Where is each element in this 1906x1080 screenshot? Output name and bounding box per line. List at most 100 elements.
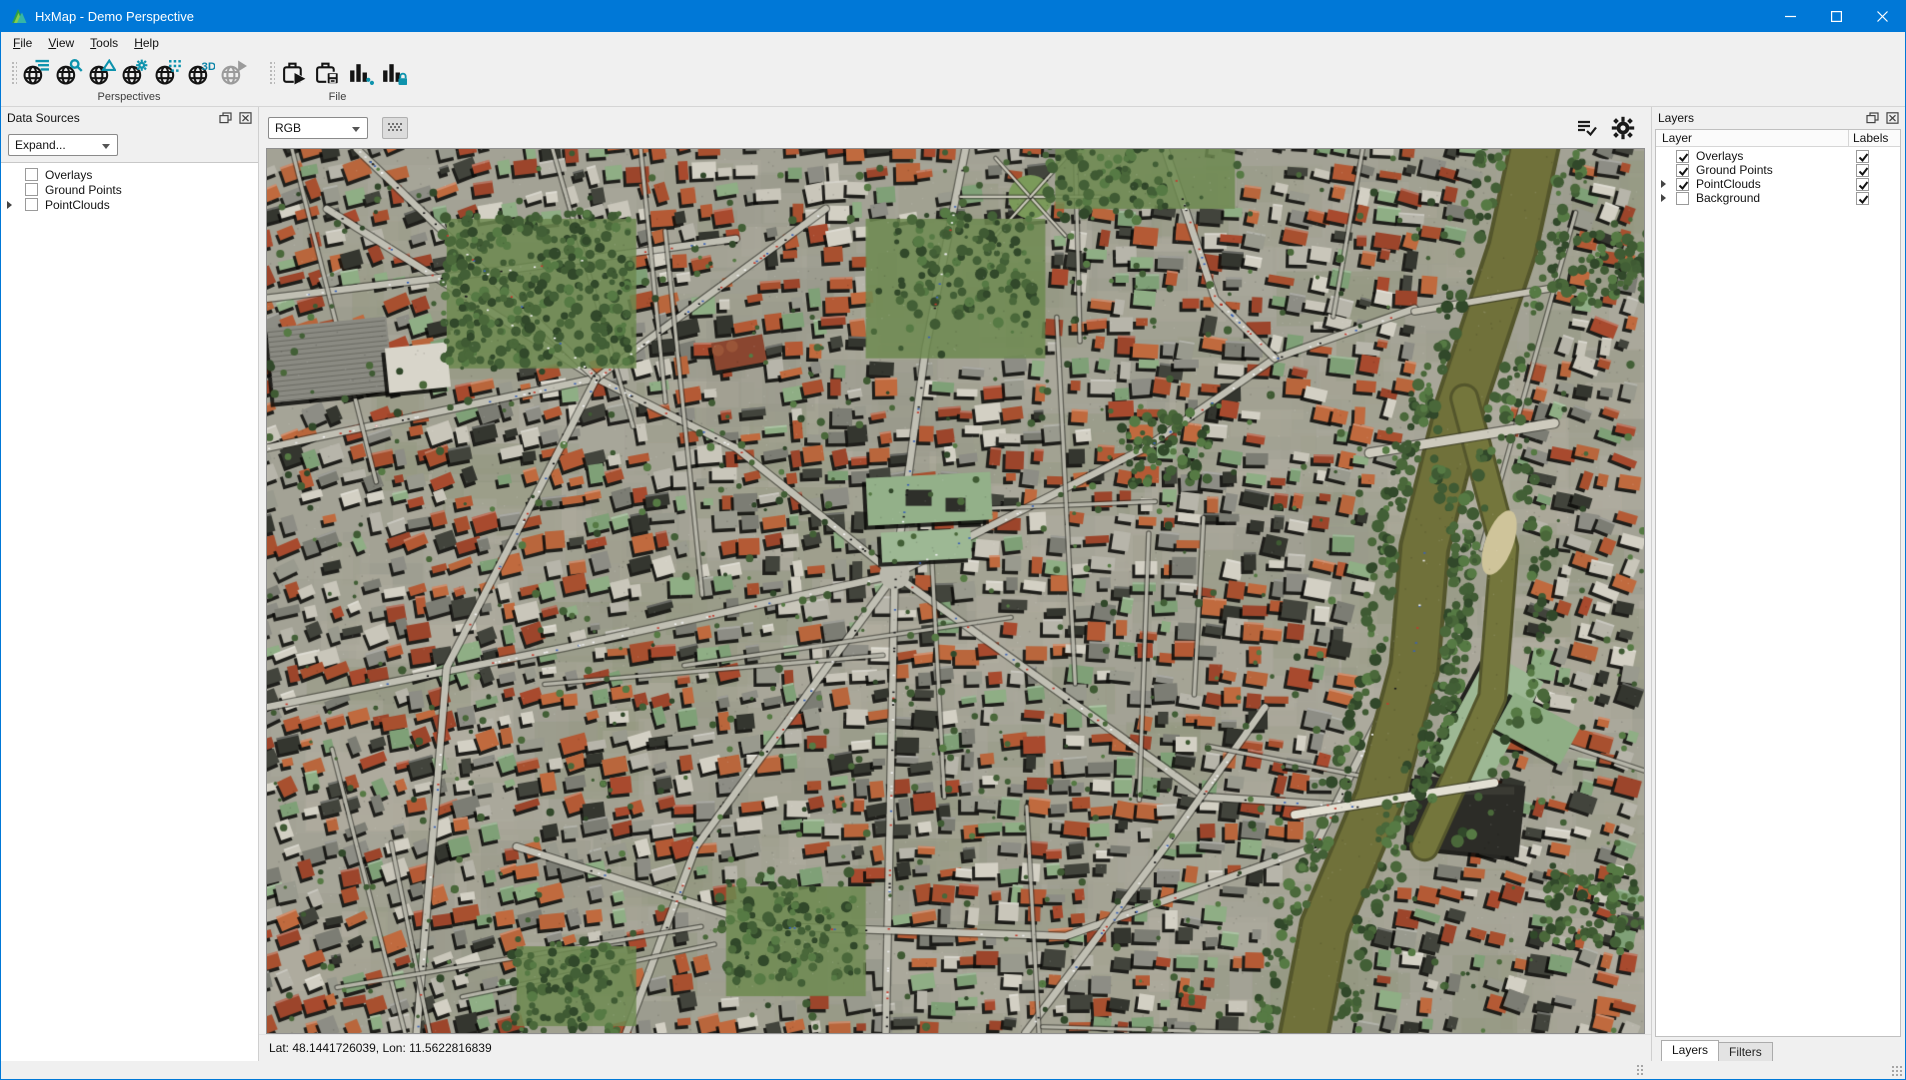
float-panel-button[interactable] bbox=[217, 111, 234, 126]
perspective-3d-button[interactable]: 3D bbox=[185, 57, 218, 89]
layer-row-label: PointClouds bbox=[1689, 177, 1761, 191]
close-panel-button[interactable] bbox=[237, 111, 254, 126]
app-window: HxMap - Demo Perspective File View Tools… bbox=[0, 0, 1906, 1080]
data-sources-panel: Data Sources Expand... Overlays bbox=[1, 107, 259, 1061]
app-logo-icon bbox=[9, 6, 29, 26]
globe-list-icon bbox=[23, 59, 50, 86]
window-title: HxMap - Demo Perspective bbox=[35, 9, 194, 24]
tree-item-label: PointClouds bbox=[38, 198, 110, 212]
project-save-button[interactable] bbox=[311, 57, 344, 89]
layer-row-pointclouds[interactable]: PointClouds bbox=[1656, 177, 1900, 191]
layer-visibility-checkbox[interactable] bbox=[1676, 178, 1689, 191]
layer-visibility-checkbox[interactable] bbox=[1676, 150, 1689, 163]
pointclouds-checkbox[interactable] bbox=[25, 198, 38, 211]
layer-labels-checkbox[interactable] bbox=[1856, 192, 1869, 205]
perspective-measure-button[interactable] bbox=[86, 57, 119, 89]
perspective-grid-button[interactable] bbox=[152, 57, 185, 89]
map-viewport[interactable] bbox=[266, 148, 1645, 1034]
coordinates-readout: Lat: 48.1441726039, Lon: 11.5622816839 bbox=[269, 1041, 492, 1055]
gear-icon bbox=[1611, 116, 1635, 140]
project-save-icon bbox=[314, 59, 341, 86]
globe-grid-icon bbox=[155, 59, 182, 86]
maximize-button[interactable] bbox=[1813, 0, 1859, 32]
splitter-grip[interactable] bbox=[1636, 1064, 1643, 1077]
globe-play-icon bbox=[221, 59, 248, 86]
toolbar-drag-handle[interactable] bbox=[10, 60, 17, 86]
toolbar-group-file: File bbox=[265, 54, 410, 106]
expand-arrow-icon[interactable] bbox=[1, 201, 17, 209]
layer-row-ground-points[interactable]: Ground Points bbox=[1656, 163, 1900, 177]
layers-header: Layers bbox=[1652, 107, 1905, 129]
layer-visibility-checkbox[interactable] bbox=[1676, 192, 1689, 205]
menu-view[interactable]: View bbox=[40, 34, 82, 52]
layers-panel-tabs: Layers Filters bbox=[1652, 1037, 1905, 1061]
ground-points-checkbox[interactable] bbox=[25, 183, 38, 196]
band-combo-value: RGB bbox=[275, 121, 301, 135]
histogram-points-button[interactable] bbox=[344, 57, 377, 89]
menubar: File View Tools Help bbox=[1, 32, 1905, 54]
layer-row-background[interactable]: Background bbox=[1656, 191, 1900, 205]
column-header-layer[interactable]: Layer bbox=[1656, 130, 1848, 146]
close-button[interactable] bbox=[1859, 0, 1905, 32]
perspective-play-button-disabled bbox=[218, 57, 251, 89]
perspective-list-button[interactable] bbox=[20, 57, 53, 89]
perspective-settings-button[interactable] bbox=[119, 57, 152, 89]
svg-text:3D: 3D bbox=[202, 61, 216, 73]
column-header-labels[interactable]: Labels bbox=[1848, 130, 1900, 146]
layer-row-overlays[interactable]: Overlays bbox=[1656, 149, 1900, 163]
toolbar-drag-handle[interactable] bbox=[268, 60, 275, 86]
menu-file[interactable]: File bbox=[5, 34, 40, 52]
overlays-checkbox[interactable] bbox=[25, 168, 38, 181]
project-run-button[interactable] bbox=[278, 57, 311, 89]
globe-search-icon bbox=[56, 59, 83, 86]
data-sources-header: Data Sources bbox=[1, 107, 258, 129]
layer-labels-checkbox[interactable] bbox=[1856, 164, 1869, 177]
menu-tools[interactable]: Tools bbox=[82, 34, 126, 52]
globe-3d-icon: 3D bbox=[188, 59, 215, 86]
list-check-icon bbox=[1576, 118, 1598, 138]
titlebar: HxMap - Demo Perspective bbox=[1, 0, 1905, 32]
layer-labels-checkbox[interactable] bbox=[1856, 178, 1869, 191]
map-toolbar: RGB bbox=[259, 107, 1651, 148]
histogram-locked-button[interactable] bbox=[377, 57, 410, 89]
tree-item-pointclouds[interactable]: PointClouds bbox=[1, 197, 258, 212]
toolbar-group-perspectives: 3D Perspectives bbox=[7, 54, 251, 106]
expand-combo[interactable]: Expand... bbox=[8, 134, 118, 156]
map-canvas[interactable] bbox=[267, 149, 1644, 1033]
tree-item-label: Ground Points bbox=[38, 183, 122, 197]
layer-visibility-checkbox[interactable] bbox=[1676, 164, 1689, 177]
close-panel-button[interactable] bbox=[1884, 111, 1901, 126]
tab-filters[interactable]: Filters bbox=[1718, 1042, 1773, 1061]
float-panel-button[interactable] bbox=[1864, 111, 1881, 126]
minimize-button[interactable] bbox=[1767, 0, 1813, 32]
toolbar-group-label-perspectives: Perspectives bbox=[7, 91, 251, 106]
layer-row-label: Ground Points bbox=[1689, 163, 1773, 177]
map-settings-button[interactable] bbox=[1609, 114, 1637, 142]
tab-layers[interactable]: Layers bbox=[1661, 1040, 1719, 1061]
main-area: Data Sources Expand... Overlays bbox=[1, 107, 1905, 1061]
globe-measure-icon bbox=[89, 59, 116, 86]
texture-pattern-button[interactable] bbox=[382, 117, 408, 139]
expand-arrow-icon[interactable] bbox=[1656, 180, 1670, 188]
data-sources-title: Data Sources bbox=[7, 111, 214, 125]
layer-list-check-button[interactable] bbox=[1573, 114, 1601, 142]
perspective-search-button[interactable] bbox=[53, 57, 86, 89]
layer-labels-checkbox[interactable] bbox=[1856, 150, 1869, 163]
layer-row-label: Background bbox=[1689, 191, 1760, 205]
resize-grip[interactable] bbox=[1891, 1065, 1903, 1077]
layers-table: Layer Labels Overlays bbox=[1655, 129, 1901, 1037]
menu-help[interactable]: Help bbox=[126, 34, 167, 52]
layers-panel: Layers Layer Labels bbox=[1651, 107, 1905, 1061]
tree-item-label: Overlays bbox=[38, 168, 92, 182]
map-statusbar: Lat: 48.1441726039, Lon: 11.5622816839 bbox=[259, 1034, 1651, 1061]
layers-title: Layers bbox=[1658, 111, 1861, 125]
data-sources-tree: Overlays Ground Points PointClouds bbox=[1, 162, 258, 1061]
layers-table-header: Layer Labels bbox=[1656, 130, 1900, 147]
tree-item-overlays[interactable]: Overlays bbox=[1, 167, 258, 182]
window-footer bbox=[1, 1061, 1905, 1079]
globe-settings-icon bbox=[122, 59, 149, 86]
tree-item-ground-points[interactable]: Ground Points bbox=[1, 182, 258, 197]
expand-arrow-icon[interactable] bbox=[1656, 194, 1670, 202]
band-combo[interactable]: RGB bbox=[268, 117, 368, 139]
layer-row-label: Overlays bbox=[1689, 149, 1743, 163]
